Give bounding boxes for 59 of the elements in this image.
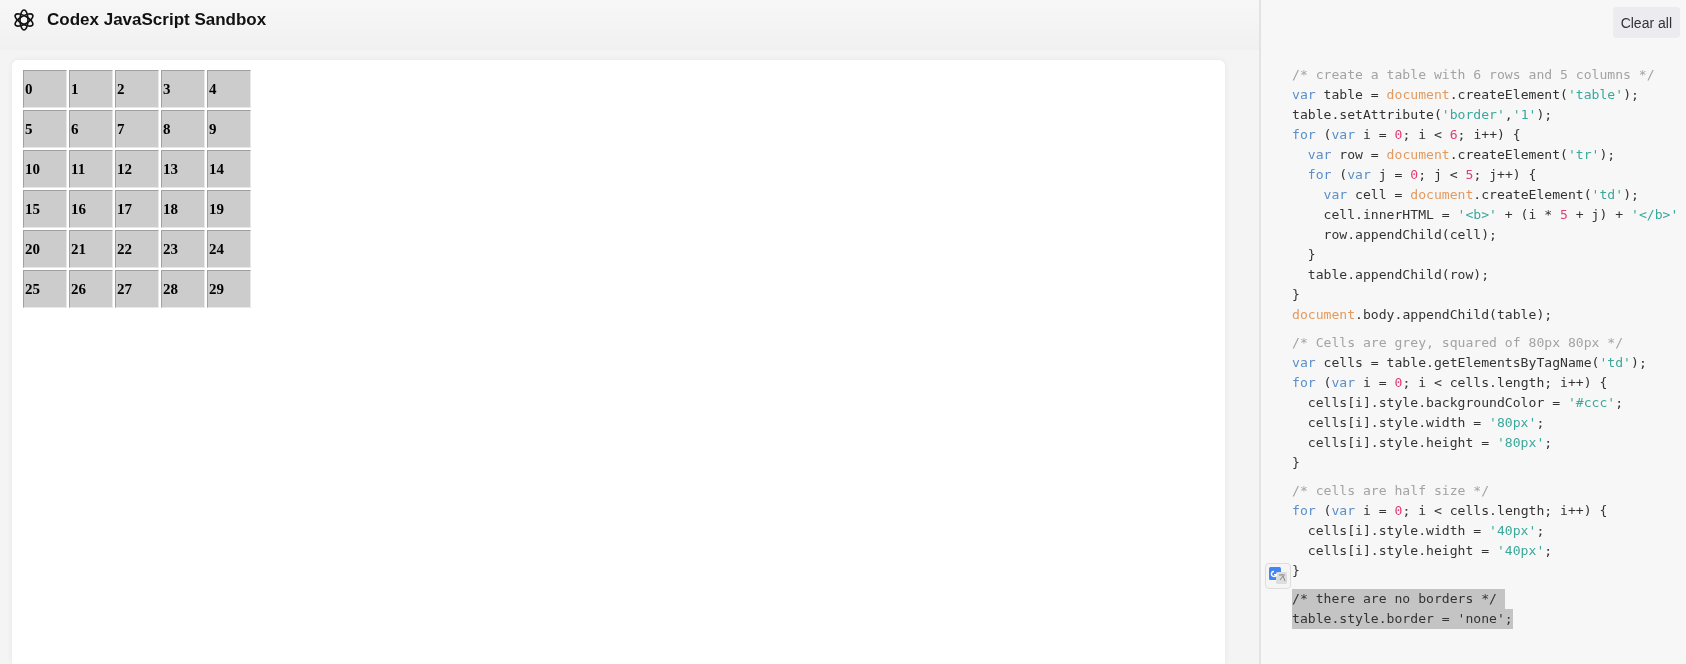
table-cell: 10 <box>23 150 67 188</box>
code-line: } <box>1292 286 1300 304</box>
table-cell: 14 <box>207 150 251 188</box>
table-cell: 28 <box>161 270 205 308</box>
code-line: for (var i = 0; i < cells.length; i++) { <box>1292 374 1608 392</box>
table-cell: 21 <box>69 230 113 268</box>
code-line: cells[i].style.height = '80px'; <box>1306 434 1553 452</box>
code-line: /* cells are half size */ <box>1292 482 1490 500</box>
table-cell: 11 <box>69 150 113 188</box>
code-line: } <box>1292 562 1300 580</box>
code-line: } <box>1306 246 1316 264</box>
table-cell: 3 <box>161 70 205 108</box>
table-cell: 16 <box>69 190 113 228</box>
table-cell: 7 <box>115 110 159 148</box>
table-cell: 27 <box>115 270 159 308</box>
code-line: var cells = table.getElementsByTagName('td'); <box>1292 354 1647 372</box>
code-line: cells[i].style.width = '40px'; <box>1306 522 1545 540</box>
table-cell: 15 <box>23 190 67 228</box>
code-line: cells[i].style.height = '40px'; <box>1306 542 1553 560</box>
code-line: table.appendChild(row); <box>1306 266 1490 284</box>
table-cell: 20 <box>23 230 67 268</box>
table-cell: 17 <box>115 190 159 228</box>
code-line: for (var i = 0; i < cells.length; i++) { <box>1292 502 1608 520</box>
code-line: for (var i = 0; i < 6; i++) { <box>1292 126 1521 144</box>
table-cell: 12 <box>115 150 159 188</box>
code-line: cells[i].style.backgroundColor = '#ccc'; <box>1306 394 1624 412</box>
table-cell: 26 <box>69 270 113 308</box>
table-cell: 13 <box>161 150 205 188</box>
code-line: } <box>1292 454 1300 472</box>
table-cell: 24 <box>207 230 251 268</box>
clear-all-button[interactable]: Clear all <box>1612 7 1680 38</box>
table-cell: 19 <box>207 190 251 228</box>
code-line: for (var j = 0; j < 5; j++) { <box>1306 166 1537 184</box>
code-line: document.body.appendChild(table); <box>1292 306 1553 324</box>
table-cell: 22 <box>115 230 159 268</box>
table-cell: 8 <box>161 110 205 148</box>
knot-logo-icon <box>12 8 36 32</box>
code-line: table.setAttribute('border','1'); <box>1292 106 1553 124</box>
code-line: cell.innerHTML = '<b>' + (i * 5 + j) + '</b>' <box>1322 206 1679 224</box>
table-cell: 23 <box>161 230 205 268</box>
code-line: var row = document.createElement('tr'); <box>1306 146 1616 164</box>
table-cell: 25 <box>23 270 67 308</box>
table-cell: 1 <box>69 70 113 108</box>
code-line: var table = document.createElement('table'); <box>1292 86 1639 104</box>
table-cell: 2 <box>115 70 159 108</box>
code-line: /* Cells are grey, squared of 80px 80px */ <box>1292 334 1624 352</box>
table-cell: 9 <box>207 110 251 148</box>
code-line: row.appendChild(cell); <box>1322 226 1497 244</box>
table-cell: 29 <box>207 270 251 308</box>
table-cell: 5 <box>23 110 67 148</box>
table-cell: 4 <box>207 70 251 108</box>
table-cell: 0 <box>23 70 67 108</box>
translate-icon[interactable] <box>1265 563 1291 589</box>
app-title: Codex JavaScript Sandbox <box>47 10 267 30</box>
code-line: var cell = document.createElement('td'); <box>1322 186 1639 204</box>
code-line: cells[i].style.width = '80px'; <box>1306 414 1545 432</box>
table-cell: 6 <box>69 110 113 148</box>
code-line: /* create a table with 6 rows and 5 columns */ <box>1292 66 1655 84</box>
table-cell: 18 <box>161 190 205 228</box>
